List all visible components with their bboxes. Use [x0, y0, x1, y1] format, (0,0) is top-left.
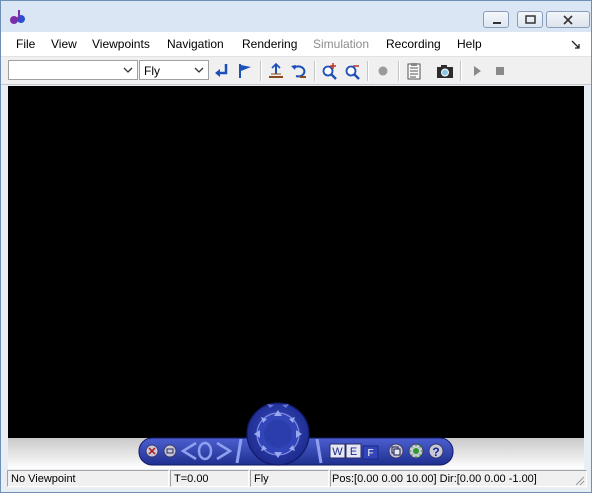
copy-icon[interactable]	[388, 443, 404, 459]
toolbar-separator	[314, 61, 316, 81]
w-button[interactable]: W	[329, 443, 346, 459]
return-icon[interactable]	[213, 62, 231, 80]
svg-text:E: E	[350, 446, 357, 458]
chevron-down-icon	[123, 67, 133, 73]
headlight-icon[interactable]	[408, 443, 424, 459]
menu-expand-icon[interactable]	[571, 40, 580, 49]
close-icon	[563, 15, 573, 25]
toolbar-separator	[260, 61, 262, 81]
chevron-down-icon	[194, 67, 204, 73]
status-time: T=0.00	[170, 470, 249, 487]
straighten-up-icon[interactable]	[267, 62, 285, 80]
maximize-button[interactable]	[517, 11, 543, 28]
stop-icon[interactable]	[491, 62, 509, 80]
undo-move-icon[interactable]	[290, 62, 308, 80]
status-position: Pos:[0.00 0.00 10.00] Dir:[0.00 0.00 -1.…	[330, 470, 587, 487]
menu-file[interactable]: File	[16, 37, 35, 51]
toolbar-separator	[367, 61, 369, 81]
menu-bar: File View Viewpoints Navigation Renderin…	[1, 32, 591, 57]
minimize-icon[interactable]	[163, 444, 177, 458]
flag-icon[interactable]	[236, 62, 254, 80]
toolbar-separator	[398, 61, 400, 81]
svg-text:?: ?	[432, 445, 439, 459]
notes-icon[interactable]	[405, 62, 423, 80]
title-bar	[1, 1, 591, 32]
minimize-icon	[493, 22, 501, 24]
f-button[interactable]: F	[362, 445, 379, 460]
status-viewpoint: No Viewpoint	[7, 470, 169, 487]
nav-mode-value: Fly	[144, 64, 160, 78]
svg-text:F: F	[367, 448, 373, 459]
menu-recording[interactable]: Recording	[386, 37, 441, 51]
menu-rendering[interactable]: Rendering	[242, 37, 297, 51]
app-logo-icon	[10, 10, 25, 24]
close-icon[interactable]	[145, 444, 159, 458]
zoom-out-icon[interactable]	[344, 62, 362, 80]
maximize-icon	[525, 15, 536, 24]
menu-simulation[interactable]: Simulation	[313, 37, 369, 51]
menu-view[interactable]: View	[51, 37, 77, 51]
camera-icon[interactable]	[436, 62, 454, 80]
nav-mode-select[interactable]: Fly	[139, 60, 209, 80]
app-window: File View Viewpoints Navigation Renderin…	[0, 0, 592, 493]
play-icon[interactable]	[468, 62, 486, 80]
viewpoint-select[interactable]	[8, 60, 138, 80]
close-window-button[interactable]	[546, 11, 590, 28]
status-bar: No Viewpoint T=0.00 Fly Pos:[0.00 0.00 1…	[7, 470, 587, 488]
resize-grip-icon[interactable]	[573, 474, 585, 486]
3d-viewport[interactable]	[8, 86, 584, 438]
menu-viewpoints[interactable]: Viewpoints	[92, 37, 150, 51]
toolbar: Fly	[1, 57, 591, 85]
navigation-panel: W E F ?	[138, 402, 454, 466]
status-mode: Fly	[250, 470, 329, 487]
e-button[interactable]: E	[345, 443, 362, 459]
svg-text:W: W	[332, 446, 343, 458]
record-icon[interactable]	[374, 62, 392, 80]
minimize-button[interactable]	[483, 11, 509, 28]
toolbar-separator	[460, 61, 462, 81]
zoom-in-icon[interactable]	[321, 62, 339, 80]
menu-help[interactable]: Help	[457, 37, 482, 51]
menu-navigation[interactable]: Navigation	[167, 37, 224, 51]
